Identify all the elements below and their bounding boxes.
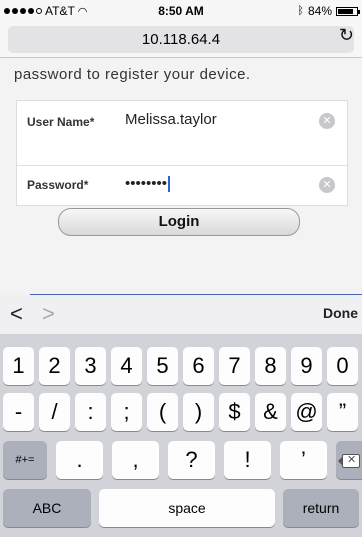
key-9[interactable]: 9 <box>291 347 322 385</box>
battery-info: ᛒ 84% <box>297 4 360 18</box>
password-row[interactable]: Password* •••••••• ✕ <box>17 166 347 204</box>
key-1[interactable]: 1 <box>3 347 34 385</box>
key-semicolon[interactable]: ; <box>111 393 142 431</box>
key-comma[interactable]: , <box>112 441 159 479</box>
backspace-key[interactable]: ✕ <box>336 441 362 479</box>
key-5[interactable]: 5 <box>147 347 178 385</box>
address-bar[interactable]: 10.118.64.4 <box>8 26 354 53</box>
symbols-key[interactable]: #+= <box>3 441 47 479</box>
key-hyphen[interactable]: - <box>3 393 34 431</box>
key-0[interactable]: 0 <box>327 347 358 385</box>
key-2[interactable]: 2 <box>39 347 70 385</box>
keyboard: 1 2 3 4 5 6 7 8 9 0 - / : ; ( ) $ & @ ” … <box>0 335 362 537</box>
login-button[interactable]: Login <box>58 208 300 236</box>
abc-key[interactable]: ABC <box>3 489 91 527</box>
key-exclamation[interactable]: ! <box>224 441 271 479</box>
password-value: •••••••• <box>125 175 168 192</box>
key-4[interactable]: 4 <box>111 347 142 385</box>
key-close-paren[interactable]: ) <box>183 393 214 431</box>
keyboard-accessory-bar: < > Done <box>0 295 362 335</box>
next-field-icon[interactable]: > <box>42 301 55 327</box>
reload-icon[interactable]: ↻ <box>339 25 354 46</box>
browser-toolbar: 10.118.64.4 ↻ <box>0 22 362 58</box>
key-6[interactable]: 6 <box>183 347 214 385</box>
key-7[interactable]: 7 <box>219 347 250 385</box>
key-3[interactable]: 3 <box>75 347 106 385</box>
url-text[interactable]: 10.118.64.4 <box>8 31 354 48</box>
key-at[interactable]: @ <box>291 393 322 431</box>
space-key[interactable]: space <box>99 489 275 527</box>
key-quote[interactable]: ” <box>327 393 358 431</box>
key-open-paren[interactable]: ( <box>147 393 178 431</box>
username-label: User Name* <box>27 115 95 129</box>
password-label: Password* <box>27 178 89 192</box>
key-dollar[interactable]: $ <box>219 393 250 431</box>
done-button[interactable]: Done <box>323 305 358 321</box>
clear-username-icon[interactable]: ✕ <box>319 113 335 129</box>
battery-icon <box>336 6 360 16</box>
key-period[interactable]: . <box>56 441 103 479</box>
status-bar: AT&T ◠ 8:50 AM ᛒ 84% <box>0 0 362 22</box>
clear-password-icon[interactable]: ✕ <box>319 177 335 193</box>
text-cursor <box>168 176 171 193</box>
backspace-icon: ✕ <box>338 454 360 469</box>
key-colon[interactable]: : <box>75 393 106 431</box>
battery-percent: 84% <box>307 4 332 18</box>
login-form: User Name* Melissa.taylor ✕ Password* ••… <box>16 100 348 206</box>
username-row[interactable]: User Name* Melissa.taylor ✕ <box>17 101 347 166</box>
password-field[interactable]: •••••••• <box>125 175 171 193</box>
key-slash[interactable]: / <box>39 393 70 431</box>
key-apostrophe[interactable]: ’ <box>280 441 327 479</box>
return-key[interactable]: return <box>283 489 359 527</box>
key-ampersand[interactable]: & <box>255 393 286 431</box>
bluetooth-icon: ᛒ <box>297 5 304 17</box>
previous-field-icon[interactable]: < <box>10 301 23 327</box>
intro-text: password to register your device. <box>14 66 251 83</box>
key-question[interactable]: ? <box>168 441 215 479</box>
key-8[interactable]: 8 <box>255 347 286 385</box>
username-field[interactable]: Melissa.taylor <box>125 111 217 128</box>
web-page: password to register your device. User N… <box>0 58 362 295</box>
